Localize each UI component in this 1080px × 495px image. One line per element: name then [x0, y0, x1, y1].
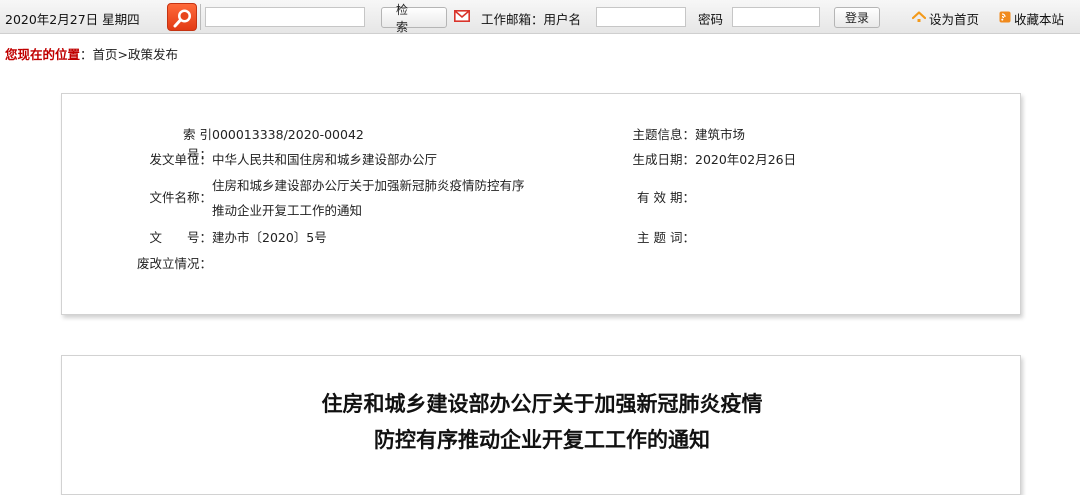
keywords-key: 主 题 词： — [637, 230, 695, 245]
top-bar: 2020年2月27日 星期四 检索 工作邮箱：用户名 密码 登录 设为首页 收藏… — [0, 0, 1080, 34]
topic-value: 建筑市场 — [695, 127, 746, 142]
filename-row: 文件名称： 住房和城乡建设部办公厅关于加强新冠肺炎疫情防控有序 推动企业开复工工… — [139, 176, 525, 221]
password-label: 密码 — [698, 12, 724, 27]
password-field[interactable] — [732, 7, 820, 27]
current-date: 2020年2月27日 星期四 — [5, 12, 140, 27]
search-icon[interactable] — [167, 3, 197, 31]
article-title-line-1: 住房和城乡建设部办公厅关于加强新冠肺炎疫情 — [321, 392, 763, 416]
status-row: 废改立情况： — [125, 254, 212, 274]
breadcrumb: 您现在的位置：首页>政策发布 — [5, 44, 178, 63]
breadcrumb-path[interactable]: 首页>政策发布 — [93, 47, 178, 62]
home-icon — [912, 11, 926, 22]
doc-number-key: 文 号： — [149, 230, 212, 245]
status-key: 废改立情况： — [136, 256, 212, 271]
filename-line-1: 住房和城乡建设部办公厅关于加强新冠肺炎疫情防控有序 — [212, 178, 525, 193]
doc-number-value: 建办市〔2020〕5号 — [212, 230, 327, 245]
index-number-value: 000013338/2020-00042 — [212, 127, 364, 142]
issuer-row: 发文单位：中华人民共和国住房和城乡建设部办公厅 — [139, 150, 437, 170]
username-field[interactable] — [596, 7, 686, 27]
issuer-value: 中华人民共和国住房和城乡建设部办公厅 — [212, 152, 438, 167]
bookmark-icon — [999, 11, 1011, 23]
document-info-panel: 索 引 号：000013338/2020-00042 主题信息：建筑市场 发文单… — [61, 93, 1021, 315]
set-homepage-link[interactable]: 设为首页 — [929, 9, 979, 28]
breadcrumb-label: 您现在的位置 — [5, 47, 81, 62]
date-value: 2020年02月26日 — [695, 152, 797, 167]
search-button[interactable]: 检索 — [381, 3, 447, 34]
mail-icon — [454, 10, 470, 22]
article-panel: 住房和城乡建设部办公厅关于加强新冠肺炎疫情 防控有序推动企业开复工工作的通知 — [61, 355, 1021, 495]
date-row: 生成日期：2020年02月26日 — [632, 150, 796, 170]
article-title-line-2: 防控有序推动企业开复工工作的通知 — [374, 428, 710, 452]
topic-row: 主题信息：建筑市场 — [632, 125, 745, 145]
divider — [200, 4, 201, 30]
filename-value: 住房和城乡建设部办公厅关于加强新冠肺炎疫情防控有序 推动企业开复工工作的通知 — [212, 176, 525, 221]
article-title: 住房和城乡建设部办公厅关于加强新冠肺炎疫情 防控有序推动企业开复工工作的通知 — [62, 386, 1022, 458]
keywords-row: 主 题 词： — [632, 228, 695, 248]
validity-key: 有 效 期： — [637, 190, 695, 205]
filename-key: 文件名称： — [149, 190, 212, 205]
doc-number-row: 文 号：建办市〔2020〕5号 — [139, 228, 327, 248]
login-button[interactable]: 登录 — [834, 7, 880, 28]
search-input[interactable] — [205, 7, 365, 27]
issuer-key: 发文单位： — [149, 152, 212, 167]
mail-username-label: 工作邮箱：用户名 — [481, 12, 582, 27]
bookmark-link[interactable]: 收藏本站 — [1014, 9, 1064, 28]
topic-key: 主题信息： — [632, 127, 695, 142]
filename-line-2: 推动企业开复工工作的通知 — [212, 203, 363, 218]
date-key: 生成日期： — [632, 152, 695, 167]
breadcrumb-colon: ： — [80, 47, 93, 62]
validity-row: 有 效 期： — [632, 188, 695, 208]
